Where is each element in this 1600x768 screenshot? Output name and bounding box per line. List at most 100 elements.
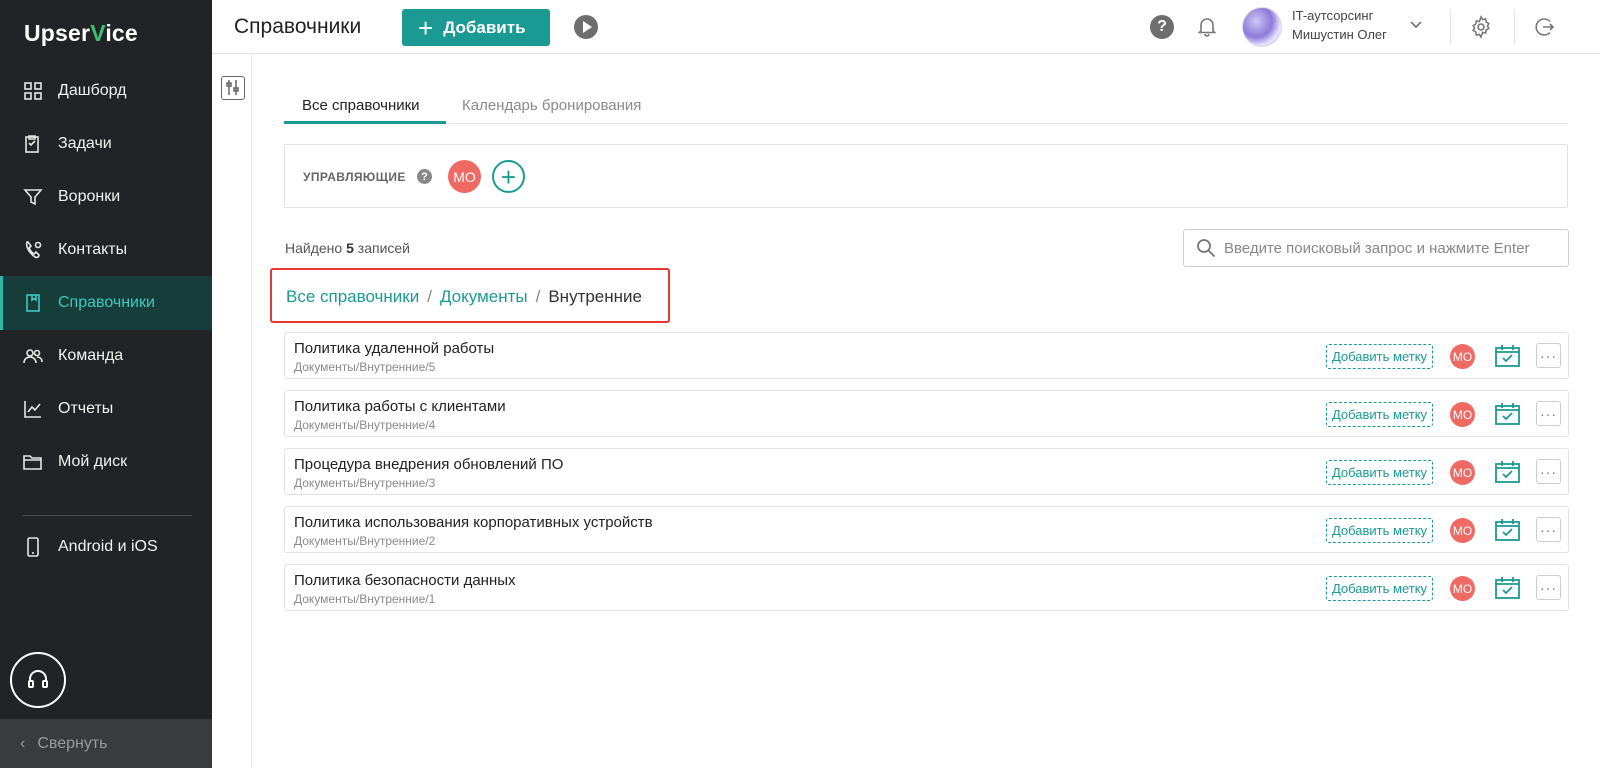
calendar-check-button[interactable] (1494, 401, 1521, 427)
add-button[interactable]: + Добавить (402, 9, 550, 46)
record-path: Документы/Внутренние/5 (294, 360, 436, 374)
sidebar-item-label: Дашборд (58, 82, 127, 99)
tasks-icon (22, 133, 44, 155)
top-header: Справочники + Добавить ? IT-аутсорсинг М… (212, 0, 1600, 54)
sidebar-item-label: Контакты (58, 241, 128, 258)
sidebar-item-funnels[interactable]: Воронки (0, 170, 212, 224)
results-count: Найдено 5 записей (285, 240, 410, 256)
record-owner-avatar[interactable]: МО (1450, 460, 1475, 485)
sidebar-item-tasks[interactable]: Задачи (0, 117, 212, 171)
chevron-left-icon: ‹ (20, 734, 26, 752)
sidebar-item-label: Задачи (58, 135, 112, 152)
calendar-check-button[interactable] (1494, 459, 1521, 485)
header-divider (1514, 10, 1515, 44)
breadcrumb: Все справочники / Документы / Внутренние (286, 287, 642, 307)
sidebar-item-reports[interactable]: Отчеты (0, 382, 212, 436)
sidebar: UpserVice Дашборд Задачи Воронки Контакт… (0, 0, 212, 768)
logout-button[interactable] (1532, 15, 1556, 39)
user-organization: IT-аутсорсинг (1292, 8, 1374, 23)
sidebar-item-my-disk[interactable]: Мой диск (0, 435, 212, 489)
record-owner-avatar[interactable]: МО (1450, 576, 1475, 601)
funnel-icon (22, 186, 44, 208)
sidebar-item-label: Воронки (58, 188, 121, 205)
more-options-button[interactable]: ··· (1536, 343, 1561, 368)
list-item[interactable]: Процедура внедрения обновлений ПО Докуме… (284, 448, 1569, 495)
sidebar-item-contacts[interactable]: Контакты (0, 223, 212, 277)
list-item[interactable]: Политика удаленной работы Документы/Внут… (284, 332, 1569, 379)
record-path: Документы/Внутренние/3 (294, 476, 436, 490)
manager-avatar[interactable]: МО (448, 160, 481, 193)
reports-icon (22, 398, 44, 420)
record-title: Политика удаленной работы (294, 340, 495, 357)
calendar-check-button[interactable] (1494, 517, 1521, 543)
more-options-button[interactable]: ··· (1536, 575, 1561, 600)
calendar-check-icon (1495, 403, 1520, 425)
record-owner-avatar[interactable]: МО (1450, 344, 1475, 369)
app-logo[interactable]: UpserVice (24, 20, 138, 47)
more-options-button[interactable]: ··· (1536, 401, 1561, 426)
search-input[interactable] (1224, 239, 1564, 257)
tab-all-directories[interactable]: Все справочники (302, 97, 420, 114)
folder-icon (22, 451, 44, 473)
list-item[interactable]: Политика безопасности данных Документы/В… (284, 564, 1569, 611)
record-owner-avatar[interactable]: МО (1450, 402, 1475, 427)
filter-strip (212, 54, 252, 768)
sidebar-item-label: Команда (58, 347, 124, 364)
help-button[interactable]: ? (1150, 15, 1174, 39)
filter-settings-button[interactable] (221, 76, 245, 100)
sliders-icon (226, 80, 239, 95)
breadcrumb-separator: / (427, 287, 432, 306)
calendar-check-icon (1495, 519, 1520, 541)
sidebar-item-team[interactable]: Команда (0, 329, 212, 383)
user-name: Мишустин Олег (1292, 27, 1387, 42)
breadcrumb-highlight: Все справочники / Документы / Внутренние (270, 268, 670, 323)
user-avatar[interactable] (1242, 7, 1282, 47)
header-divider (1450, 10, 1451, 44)
collapse-sidebar-button[interactable]: ‹ Свернуть (0, 719, 212, 768)
dashboard-icon (22, 80, 44, 102)
bell-icon (1197, 18, 1217, 37)
record-path: Документы/Внутренние/1 (294, 592, 436, 606)
settings-button[interactable] (1469, 15, 1493, 39)
record-owner-avatar[interactable]: МО (1450, 518, 1475, 543)
collapse-label: Свернуть (37, 734, 108, 752)
calendar-check-icon (1495, 345, 1520, 367)
add-tag-button[interactable]: Добавить метку (1326, 344, 1433, 369)
managers-label: УПРАВЛЯЮЩИЕ (303, 170, 406, 184)
sidebar-item-label: Отчеты (58, 400, 114, 417)
sidebar-item-dashboard[interactable]: Дашборд (0, 64, 212, 118)
calendar-check-button[interactable] (1494, 575, 1521, 601)
notifications-button[interactable] (1195, 14, 1219, 40)
sidebar-divider (22, 515, 192, 516)
search-box[interactable] (1183, 229, 1569, 267)
record-title: Политика безопасности данных (294, 572, 516, 589)
breadcrumb-link-all[interactable]: Все справочники (286, 287, 419, 306)
list-item[interactable]: Политика использования корпоративных уст… (284, 506, 1569, 553)
tab-booking-calendar[interactable]: Календарь бронирования (462, 97, 641, 114)
managers-help-icon[interactable]: ? (417, 169, 432, 184)
support-button[interactable] (10, 652, 66, 708)
list-item[interactable]: Политика работы с клиентами Документы/Вн… (284, 390, 1569, 437)
calendar-check-icon (1495, 577, 1520, 599)
sidebar-item-directories[interactable]: Справочники (0, 276, 212, 330)
tab-bar: Все справочники Календарь бронирования (284, 91, 1568, 124)
mobile-icon (22, 536, 44, 558)
user-menu-toggle[interactable] (1408, 16, 1424, 32)
breadcrumb-separator: / (535, 287, 541, 306)
record-title: Процедура внедрения обновлений ПО (294, 456, 564, 473)
more-options-button[interactable]: ··· (1536, 459, 1561, 484)
play-tutorial-button[interactable] (574, 15, 598, 39)
more-options-button[interactable]: ··· (1536, 517, 1561, 542)
add-tag-button[interactable]: Добавить метку (1326, 402, 1433, 427)
plus-icon: + (418, 12, 434, 43)
active-tab-indicator (284, 121, 446, 124)
managers-panel: УПРАВЛЯЮЩИЕ ? МО + (284, 144, 1568, 208)
add-tag-button[interactable]: Добавить метку (1326, 460, 1433, 485)
add-tag-button[interactable]: Добавить метку (1326, 518, 1433, 543)
add-tag-button[interactable]: Добавить метку (1326, 576, 1433, 601)
sidebar-item-mobile-apps[interactable]: Android и iOS (0, 520, 212, 574)
calendar-check-button[interactable] (1494, 343, 1521, 369)
add-manager-button[interactable]: + (492, 160, 525, 193)
breadcrumb-link-documents[interactable]: Документы (440, 287, 528, 306)
sidebar-item-label: Android и iOS (58, 538, 158, 555)
